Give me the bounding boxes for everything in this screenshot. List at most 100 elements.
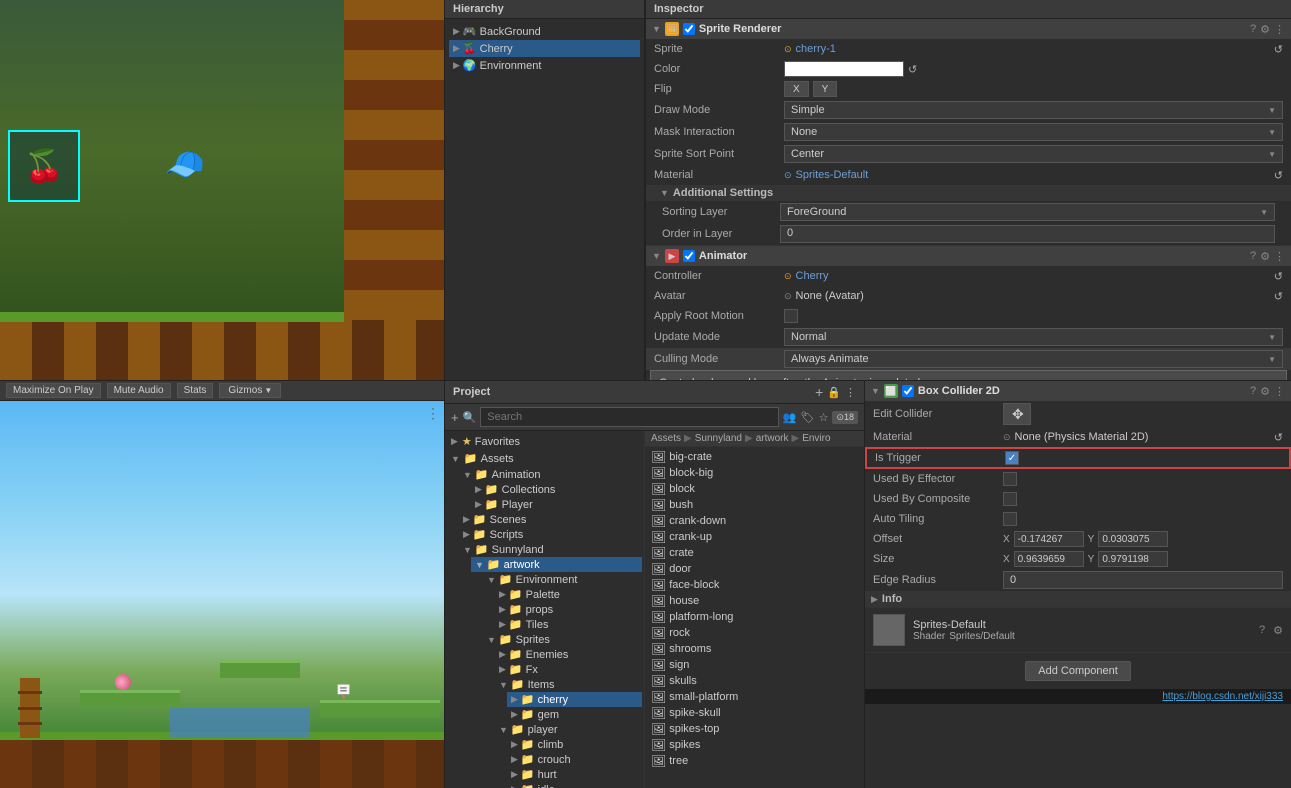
scripts-item[interactable]: ▶ 📁 Scripts — [459, 527, 642, 542]
file-platform-long[interactable]: 🖼platform-long — [647, 609, 862, 625]
box-collider-header[interactable]: ▼ ⬜ Box Collider 2D ? ⚙ ⋮ — [865, 381, 1291, 401]
palette-item[interactable]: ▶ 📁 Palette — [495, 587, 642, 602]
file-tree[interactable]: 🖼tree — [647, 753, 862, 769]
edit-collider-btn[interactable]: ✥ — [1003, 403, 1031, 425]
culling-mode-dropdown[interactable]: Always Animate▼ — [784, 350, 1283, 368]
cherry-tree-item[interactable]: ▶ 📁 cherry — [507, 692, 642, 707]
sorting-layer-dropdown[interactable]: ForeGround▼ — [780, 203, 1275, 221]
add-folder-btn[interactable]: + — [815, 384, 823, 400]
additional-settings-header[interactable]: ▼ Additional Settings — [646, 185, 1291, 201]
scenes-item[interactable]: ▶ 📁 Scenes — [459, 512, 642, 527]
add-component-btn[interactable]: Add Component — [1025, 661, 1131, 681]
file-big-crate[interactable]: 🖼big-crate — [647, 449, 862, 465]
size-x-field[interactable] — [1014, 551, 1084, 567]
offset-x-field[interactable] — [1014, 531, 1084, 547]
mask-interaction-dropdown[interactable]: None▼ — [784, 123, 1283, 141]
search-input[interactable] — [480, 407, 779, 427]
flip-y-btn[interactable]: Y — [813, 81, 838, 97]
artwork-item[interactable]: ▼ 📁 artwork — [471, 557, 642, 572]
idle-item[interactable]: ▶📁idle — [507, 782, 642, 788]
file-block[interactable]: 🖼block — [647, 481, 862, 497]
props-item[interactable]: ▶ 📁 props — [495, 602, 642, 617]
gem-tree-item[interactable]: ▶ 📁 gem — [507, 707, 642, 722]
gizmos-btn[interactable]: Gizmos▼ — [219, 383, 281, 398]
controller-reset[interactable]: ↺ — [1274, 270, 1283, 283]
file-skulls[interactable]: 🖼skulls — [647, 673, 862, 689]
used-effector-checkbox[interactable] — [1003, 472, 1017, 486]
file-bush[interactable]: 🖼bush — [647, 497, 862, 513]
project-more-btn[interactable]: ⋮ — [845, 386, 856, 399]
file-crank-up[interactable]: 🖼crank-up — [647, 529, 862, 545]
sprite-renderer-enabled[interactable] — [683, 23, 695, 35]
size-y-field[interactable] — [1098, 551, 1168, 567]
used-composite-checkbox[interactable] — [1003, 492, 1017, 506]
animation-item[interactable]: ▼ 📁 Animation — [459, 467, 642, 482]
animator-menu[interactable]: ⋮ — [1274, 250, 1285, 263]
project-star-icon[interactable]: ☆ — [819, 411, 829, 424]
assets-root[interactable]: ▼ 📁 Assets — [447, 450, 642, 467]
hierarchy-item-cherry[interactable]: ▶ 🍒 Cherry — [449, 40, 640, 57]
material-link[interactable]: Sprites-Default — [796, 169, 1270, 181]
hierarchy-item-background[interactable]: ▶ 🎮 BackGround — [449, 23, 640, 40]
file-small-platform[interactable]: 🖼small-platform — [647, 689, 862, 705]
scene-menu-icon[interactable]: ⋮ — [426, 405, 440, 422]
player-anim-item[interactable]: ▶ 📁 Player — [471, 497, 642, 512]
animator-enabled[interactable] — [683, 250, 695, 262]
color-reset-btn[interactable]: ↺ — [908, 63, 917, 76]
sprite-renderer-settings[interactable]: ⚙ — [1260, 23, 1270, 36]
apply-root-checkbox[interactable] — [784, 309, 798, 323]
watermark-link[interactable]: https://blog.csdn.net/xiji333 — [1162, 691, 1283, 702]
mute-btn[interactable]: Mute Audio — [107, 383, 171, 398]
box-collider-help[interactable]: ? — [1250, 385, 1256, 397]
box-collider-menu[interactable]: ⋮ — [1274, 385, 1285, 398]
box-collider-enabled[interactable] — [902, 385, 914, 397]
animator-header[interactable]: ▼ ▶ Animator ? ⚙ ⋮ — [646, 246, 1291, 266]
file-house[interactable]: 🖼house — [647, 593, 862, 609]
order-layer-field[interactable]: 0 — [780, 225, 1275, 243]
climb-item[interactable]: ▶📁climb — [507, 737, 642, 752]
material-reset[interactable]: ↺ — [1274, 169, 1283, 182]
sprite-reset-btn[interactable]: ↺ — [1274, 43, 1283, 56]
draw-mode-dropdown[interactable]: Simple▼ — [784, 101, 1283, 119]
favorites-header[interactable]: ▶ ★ Favorites — [447, 433, 642, 450]
file-spikes-top[interactable]: 🖼spikes-top — [647, 721, 862, 737]
auto-tiling-checkbox[interactable] — [1003, 512, 1017, 526]
project-lock-btn[interactable]: 🔒 — [827, 386, 841, 399]
file-face-block[interactable]: 🖼face-block — [647, 577, 862, 593]
tiles-item[interactable]: ▶ 📁 Tiles — [495, 617, 642, 632]
maximize-btn[interactable]: Maximize On Play — [6, 383, 101, 398]
animator-settings[interactable]: ⚙ — [1260, 250, 1270, 263]
collections-item[interactable]: ▶ 📁 Collections — [471, 482, 642, 497]
crouch-item[interactable]: ▶📁crouch — [507, 752, 642, 767]
sprite-renderer-help[interactable]: ? — [1250, 23, 1256, 35]
file-spikes[interactable]: 🖼spikes — [647, 737, 862, 753]
items-tree-item[interactable]: ▼ 📁 Items — [495, 677, 642, 692]
file-shrooms[interactable]: 🖼shrooms — [647, 641, 862, 657]
edge-radius-field[interactable] — [1003, 571, 1283, 589]
file-spike-skull[interactable]: 🖼spike-skull — [647, 705, 862, 721]
info-help[interactable]: ? — [1259, 624, 1265, 636]
project-people-icon[interactable]: 👥 — [783, 411, 797, 424]
hierarchy-item-environment[interactable]: ▶ 🌍 Environment — [449, 57, 640, 74]
stats-btn[interactable]: Stats — [177, 383, 214, 398]
sprite-renderer-header[interactable]: ▼ 🖼 Sprite Renderer ? ⚙ ⋮ — [646, 19, 1291, 39]
file-rock[interactable]: 🖼rock — [647, 625, 862, 641]
info-settings[interactable]: ⚙ — [1273, 624, 1283, 637]
file-block-big[interactable]: 🖼block-big — [647, 465, 862, 481]
sprite-sort-dropdown[interactable]: Center▼ — [784, 145, 1283, 163]
update-mode-dropdown[interactable]: Normal▼ — [784, 328, 1283, 346]
box-collider-settings[interactable]: ⚙ — [1260, 385, 1270, 398]
file-crank-down[interactable]: 🖼crank-down — [647, 513, 862, 529]
sprite-value-link[interactable]: cherry-1 — [796, 43, 1270, 55]
player-sprites-item[interactable]: ▼ 📁 player — [495, 722, 642, 737]
offset-y-field[interactable] — [1098, 531, 1168, 547]
color-picker[interactable] — [784, 61, 904, 77]
is-trigger-checkbox[interactable]: ✓ — [1005, 451, 1019, 465]
enemies-item[interactable]: ▶ 📁 Enemies — [495, 647, 642, 662]
sunnyland-item[interactable]: ▼ 📁 Sunnyland — [459, 542, 642, 557]
file-sign[interactable]: 🖼sign — [647, 657, 862, 673]
add-btn[interactable]: + — [451, 410, 459, 425]
sprites-folder-item[interactable]: ▼ 📁 Sprites — [483, 632, 642, 647]
animator-help[interactable]: ? — [1250, 250, 1256, 262]
flip-x-btn[interactable]: X — [784, 81, 809, 97]
